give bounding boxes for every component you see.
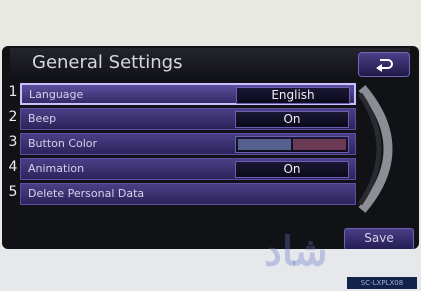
- setting-row-button-color[interactable]: Button Color: [20, 133, 356, 155]
- back-button[interactable]: [358, 52, 410, 77]
- watermark: شاد: [264, 228, 328, 275]
- setting-row-delete-personal-data[interactable]: Delete Personal Data: [20, 183, 356, 205]
- header-bar: General Settings: [10, 48, 410, 79]
- image-code-label: SC-LXPLX08: [347, 277, 417, 289]
- row-number-1: 1: [8, 84, 18, 100]
- row-number-3: 3: [8, 134, 18, 150]
- page-title: General Settings: [32, 52, 183, 73]
- setting-label: Language: [29, 88, 84, 101]
- setting-value: On: [235, 111, 349, 128]
- color-swatch-blue: [238, 139, 291, 150]
- button-color-value: [235, 136, 349, 153]
- setting-label: Delete Personal Data: [28, 187, 145, 200]
- setting-row-language[interactable]: Language English: [20, 83, 356, 105]
- return-icon: [376, 58, 393, 72]
- setting-label: Beep: [28, 112, 57, 125]
- display-screen: General Settings 1 2 3 4 5 Language Engl…: [2, 46, 419, 249]
- row-number-4: 4: [8, 159, 18, 175]
- setting-value: English: [236, 87, 350, 104]
- save-button[interactable]: Save: [344, 228, 414, 249]
- scroll-arc[interactable]: [358, 84, 416, 214]
- setting-value: On: [235, 161, 349, 178]
- setting-row-animation[interactable]: Animation On: [20, 158, 356, 180]
- row-number-5: 5: [8, 184, 18, 200]
- color-swatch-red: [293, 139, 346, 150]
- setting-label: Animation: [28, 162, 85, 175]
- setting-row-beep[interactable]: Beep On: [20, 108, 356, 130]
- row-number-2: 2: [8, 109, 18, 125]
- setting-label: Button Color: [28, 137, 98, 150]
